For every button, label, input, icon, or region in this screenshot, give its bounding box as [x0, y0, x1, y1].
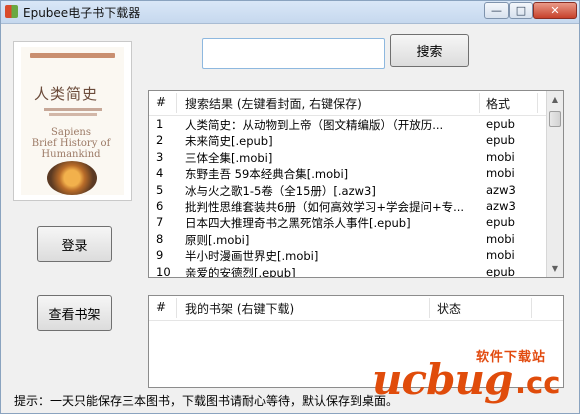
window-title: Epubee电子书下载器 — [23, 6, 141, 20]
search-results-table[interactable]: # 搜索结果 (左键看封面, 右键保存) 格式 1 人类简史：从动物到上帝（图文精… — [148, 90, 564, 278]
search-button[interactable]: 搜索 — [390, 34, 469, 67]
column-divider[interactable] — [537, 93, 538, 113]
scroll-down-icon[interactable]: ▼ — [547, 260, 563, 277]
row-format: epub — [486, 117, 515, 131]
row-title: 日本四大推理奇书之黑死馆杀人事件[.epub] — [185, 216, 411, 231]
row-format: azw3 — [486, 182, 516, 197]
column-header-name[interactable]: 搜索结果 (左键看封面, 右键保存) — [185, 95, 362, 112]
scroll-thumb[interactable] — [549, 111, 561, 127]
book-cover: 人类简史 Sapiens Brief History of Humankind — [13, 41, 132, 201]
row-number: 3 — [156, 149, 164, 164]
row-title: 批判性思维套装共6册（如何高效学习+学会提问+专... — [185, 200, 465, 214]
close-icon: ✕ — [550, 4, 560, 17]
row-format: mobi — [486, 248, 515, 263]
cover-title: 人类简史 — [34, 85, 99, 103]
row-number: 6 — [156, 199, 164, 213]
maximize-button[interactable]: □ — [509, 2, 533, 19]
scroll-up-icon[interactable]: ▲ — [547, 91, 563, 108]
column-divider[interactable] — [429, 298, 430, 318]
row-number: 8 — [156, 231, 164, 246]
cover-decoration — [49, 113, 97, 116]
row-title: 三体全集[.mobi] — [185, 150, 273, 165]
login-button[interactable]: 登录 — [37, 226, 112, 262]
row-title: 原则[.mobi] — [185, 232, 250, 247]
cover-subtitle: Sapiens Brief History of Humankind — [31, 127, 111, 160]
column-header-num[interactable]: # — [156, 300, 166, 314]
hint-text: 提示：一天只能保存三本图书，下载图书请耐心等待，默认保存到桌面。 — [14, 394, 399, 408]
cover-emblem-icon — [47, 161, 97, 195]
table-row[interactable]: 2 未来简史[.epub] epub — [149, 132, 547, 149]
row-number: 4 — [156, 166, 164, 181]
column-divider[interactable] — [176, 298, 177, 318]
column-header-shelf[interactable]: 我的书架 (右键下载) — [185, 300, 294, 317]
row-format: epub — [486, 264, 515, 278]
search-input[interactable] — [202, 38, 385, 69]
column-header-status[interactable]: 状态 — [437, 300, 461, 317]
row-title: 亲爱的安德烈[.epub] — [185, 265, 296, 278]
column-header-num[interactable]: # — [156, 95, 166, 109]
row-format: epub — [486, 133, 515, 148]
row-format: azw3 — [486, 199, 516, 213]
row-format: mobi — [486, 166, 515, 181]
table-row[interactable]: 3 三体全集[.mobi] mobi — [149, 149, 547, 166]
cover-decoration — [44, 108, 102, 111]
column-divider[interactable] — [531, 298, 532, 318]
table-row[interactable]: 9 半小时漫画世界史[.mobi] mobi — [149, 247, 547, 264]
table-row[interactable]: 5 冰与火之歌1-5卷（全15册）[.azw3] azw3 — [149, 182, 547, 199]
title-bar[interactable]: Epubee电子书下载器 — □ ✕ — [1, 1, 579, 24]
column-divider[interactable] — [176, 93, 177, 113]
table-header: # 我的书架 (右键下载) 状态 — [149, 296, 563, 321]
row-title: 东野圭吾 59本经典合集[.mobi] — [185, 167, 349, 182]
app-icon — [5, 5, 18, 18]
row-number: 1 — [156, 117, 164, 131]
close-button[interactable]: ✕ — [533, 2, 577, 19]
table-row[interactable]: 10 亲爱的安德烈[.epub] epub — [149, 264, 547, 278]
row-format: mobi — [486, 231, 515, 246]
table-row[interactable]: 4 东野圭吾 59本经典合集[.mobi] mobi — [149, 165, 547, 182]
row-title: 半小时漫画世界史[.mobi] — [185, 249, 319, 264]
table-row[interactable]: 6 批判性思维套装共6册（如何高效学习+学会提问+专... azw3 — [149, 198, 547, 215]
row-number: 9 — [156, 248, 164, 263]
cover-art: 人类简史 Sapiens Brief History of Humankind — [21, 47, 124, 195]
view-bookshelf-button[interactable]: 查看书架 — [37, 295, 112, 331]
minimize-icon: — — [491, 4, 502, 17]
row-title: 未来简史[.epub] — [185, 134, 273, 149]
row-format: mobi — [486, 149, 515, 164]
bookshelf-table[interactable]: # 我的书架 (右键下载) 状态 — [148, 295, 564, 388]
minimize-button[interactable]: — — [484, 2, 509, 19]
column-divider[interactable] — [479, 93, 480, 113]
table-header: # 搜索结果 (左键看封面, 右键保存) 格式 — [149, 91, 563, 116]
row-number: 5 — [156, 182, 164, 197]
table-row[interactable]: 8 原则[.mobi] mobi — [149, 231, 547, 248]
row-title: 冰与火之歌1-5卷（全15册）[.azw3] — [185, 183, 376, 198]
app-window: Epubee电子书下载器 — □ ✕ 人类简史 Sapiens Brief Hi… — [0, 0, 580, 414]
row-number: 10 — [156, 264, 171, 278]
row-number: 2 — [156, 133, 164, 148]
results-scrollbar[interactable]: ▲ ▼ — [546, 91, 563, 277]
table-row[interactable]: 1 人类简史：从动物到上帝（图文精编版）（开放历... epub — [149, 116, 547, 133]
table-row[interactable]: 7 日本四大推理奇书之黑死馆杀人事件[.epub] epub — [149, 214, 547, 231]
maximize-icon: □ — [515, 4, 527, 17]
row-format: epub — [486, 215, 515, 230]
cover-decoration — [30, 53, 115, 58]
row-title: 人类简史：从动物到上帝（图文精编版）（开放历... — [185, 118, 444, 132]
row-number: 7 — [156, 215, 164, 230]
column-header-format[interactable]: 格式 — [486, 95, 510, 112]
